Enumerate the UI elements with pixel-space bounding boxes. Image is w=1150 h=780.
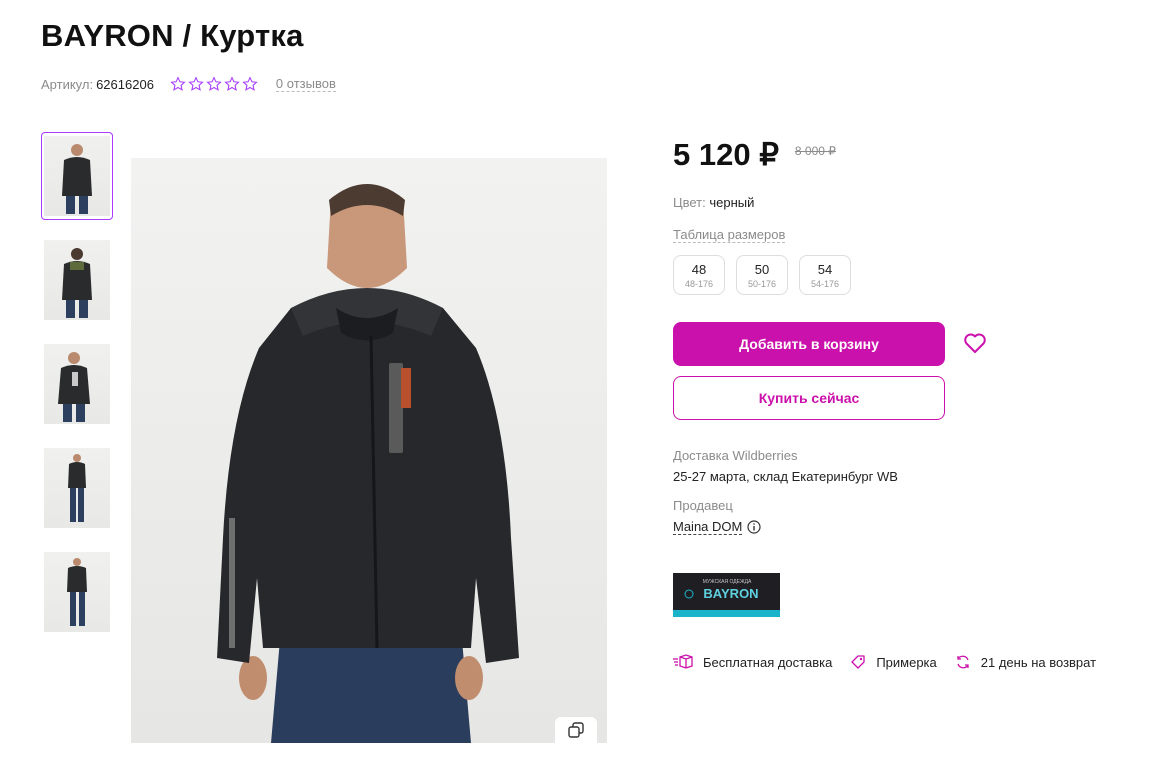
article-label: Артикул:	[41, 76, 94, 92]
thumbnail-image	[44, 448, 110, 528]
zoom-button[interactable]	[555, 717, 597, 743]
svg-text:МУЖСКАЯ ОДЕЖДА: МУЖСКАЯ ОДЕЖДА	[703, 579, 752, 585]
color-label: Цвет:	[673, 195, 706, 210]
tag-icon	[851, 655, 865, 669]
delivery-value: 25-27 марта, склад Екатеринбург WB	[673, 469, 898, 484]
add-to-cart-button[interactable]: Добавить в корзину	[673, 322, 945, 366]
old-price: 8 000 ₽	[794, 144, 836, 158]
seller-name-link[interactable]: Maina DOM	[673, 519, 743, 535]
thumbnail-1[interactable]	[41, 132, 113, 220]
size-option[interactable]: 48 48-176	[673, 255, 725, 295]
article-value: 62616206	[96, 76, 154, 92]
star-icon	[224, 76, 240, 91]
thumbnail-3[interactable]	[41, 340, 113, 428]
product-meta-row: Артикул: 62616206 0 отзывов	[41, 74, 336, 94]
size-table-link[interactable]: Таблица размеров	[673, 227, 786, 243]
thumbnail-image	[44, 136, 110, 216]
size-subvalue: 54-176	[810, 278, 840, 289]
jacket-model-illustration	[131, 158, 607, 743]
buy-now-button[interactable]: Купить сейчас	[673, 376, 945, 420]
return-arrows-icon	[957, 655, 969, 669]
size-subvalue: 48-176	[684, 278, 714, 289]
star-icon	[170, 76, 186, 91]
info-icon[interactable]	[747, 520, 761, 534]
features-row: Бесплатная доставка Примерка 21 день на …	[673, 654, 1114, 670]
size-value: 54	[817, 261, 833, 277]
size-subvalue: 50-176	[747, 278, 777, 289]
feature-try-on: Примерка	[850, 654, 937, 670]
size-option[interactable]: 54 54-176	[799, 255, 851, 295]
product-title: BAYRON / Куртка	[41, 18, 304, 53]
svg-text:BAYRON: BAYRON	[703, 586, 758, 601]
main-product-image[interactable]	[131, 158, 607, 743]
thumbnail-image	[44, 552, 110, 632]
thumbnail-5[interactable]	[41, 548, 113, 636]
thumbnail-image	[44, 240, 110, 320]
seller-label: Продавец	[673, 498, 733, 513]
size-value: 48	[691, 261, 707, 277]
star-icon	[242, 76, 258, 91]
thumbnail-2[interactable]	[41, 236, 113, 324]
star-icon	[188, 76, 204, 91]
thumbnail-image	[44, 344, 110, 424]
feature-return: 21 день на возврат	[955, 654, 1096, 670]
feature-free-delivery: Бесплатная доставка	[673, 654, 832, 670]
price-row: 5 120 ₽ 8 000 ₽	[673, 137, 836, 173]
size-option[interactable]: 50 50-176	[736, 255, 788, 295]
rating-stars[interactable]	[170, 76, 258, 92]
heart-icon[interactable]	[963, 332, 987, 354]
size-selector: 48 48-176 50 50-176 54 54-176	[673, 255, 851, 295]
thumbnail-gallery	[41, 132, 113, 652]
feature-label: Бесплатная доставка	[703, 654, 833, 670]
thumbnail-4[interactable]	[41, 444, 113, 532]
seller-row: Maina DOM	[673, 519, 761, 535]
delivery-label: Доставка Wildberries	[673, 448, 798, 463]
feature-label: 21 день на возврат	[980, 654, 1097, 670]
star-icon	[206, 76, 222, 91]
size-value: 50	[754, 261, 770, 277]
feature-label: Примерка	[876, 654, 937, 670]
current-price: 5 120 ₽	[673, 137, 779, 172]
brand-logo-stripe	[673, 610, 780, 617]
color-row: Цвет: черный	[673, 195, 754, 210]
box-icon	[673, 654, 693, 669]
color-value: черный	[709, 195, 755, 210]
expand-icon	[568, 722, 584, 738]
reviews-link[interactable]: 0 отзывов	[275, 76, 336, 92]
brand-logo[interactable]: МУЖСКАЯ ОДЕЖДА BAYRON	[673, 573, 780, 617]
